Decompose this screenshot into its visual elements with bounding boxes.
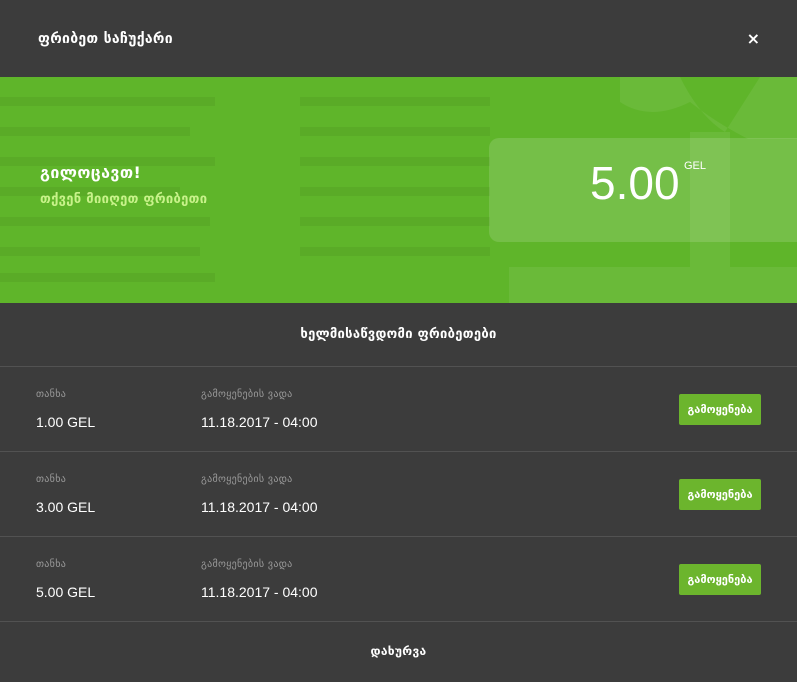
- freebet-row: თანხა 5.00 GEL გამოყენების ვადა 11.18.20…: [0, 537, 797, 622]
- amount-value: 5.00 GEL: [36, 584, 96, 600]
- gift-banner: გილოცავთ! თქვენ მიიღეთ ფრიბეთი 5.00 GEL: [0, 77, 797, 303]
- expiry-label: გამოყენების ვადა: [201, 474, 293, 485]
- banner-text: გილოცავთ! თქვენ მიიღეთ ფრიბეთი: [40, 163, 207, 207]
- expiry-value: 11.18.2017 - 04:00: [201, 584, 318, 600]
- available-freebets-title: ხელმისაწვდომი ფრიბეთები: [0, 303, 797, 367]
- expiry-value: 11.18.2017 - 04:00: [201, 499, 318, 515]
- congrats-heading: გილოცავთ!: [40, 163, 142, 182]
- gift-currency: GEL: [684, 160, 707, 172]
- amount-label: თანხა: [36, 474, 67, 485]
- use-freebet-button[interactable]: გამოყენება: [679, 394, 761, 425]
- modal-footer: დახურვა: [0, 622, 797, 680]
- freebet-gift-modal: ფრიბეთ საჩუქარი × გილოცავთ! თქვენ მიიღეთ…: [0, 0, 797, 682]
- expiry-value: 11.18.2017 - 04:00: [201, 414, 318, 430]
- expiry-label: გამოყენების ვადა: [201, 389, 293, 400]
- amount-value: 1.00 GEL: [36, 414, 96, 430]
- close-icon[interactable]: ×: [747, 30, 760, 47]
- modal-title: ფრიბეთ საჩუქარი: [38, 30, 173, 47]
- freebet-row: თანხა 3.00 GEL გამოყენების ვადა 11.18.20…: [0, 452, 797, 537]
- amount-label: თანხა: [36, 559, 67, 570]
- amount-box: 5.00 GEL: [489, 138, 797, 242]
- close-link[interactable]: დახურვა: [371, 644, 427, 658]
- use-freebet-button[interactable]: გამოყენება: [679, 479, 761, 510]
- modal-header: ფრიბეთ საჩუქარი ×: [0, 0, 797, 77]
- amount-value: 3.00 GEL: [36, 499, 96, 515]
- expiry-label: გამოყენების ვადა: [201, 559, 293, 570]
- gift-amount: 5.00: [590, 157, 680, 209]
- amount-label: თანხა: [36, 389, 67, 400]
- received-message: თქვენ მიიღეთ ფრიბეთი: [40, 192, 208, 207]
- freebet-row: თანხა 1.00 GEL გამოყენების ვადა 11.18.20…: [0, 367, 797, 452]
- use-freebet-button[interactable]: გამოყენება: [679, 564, 761, 595]
